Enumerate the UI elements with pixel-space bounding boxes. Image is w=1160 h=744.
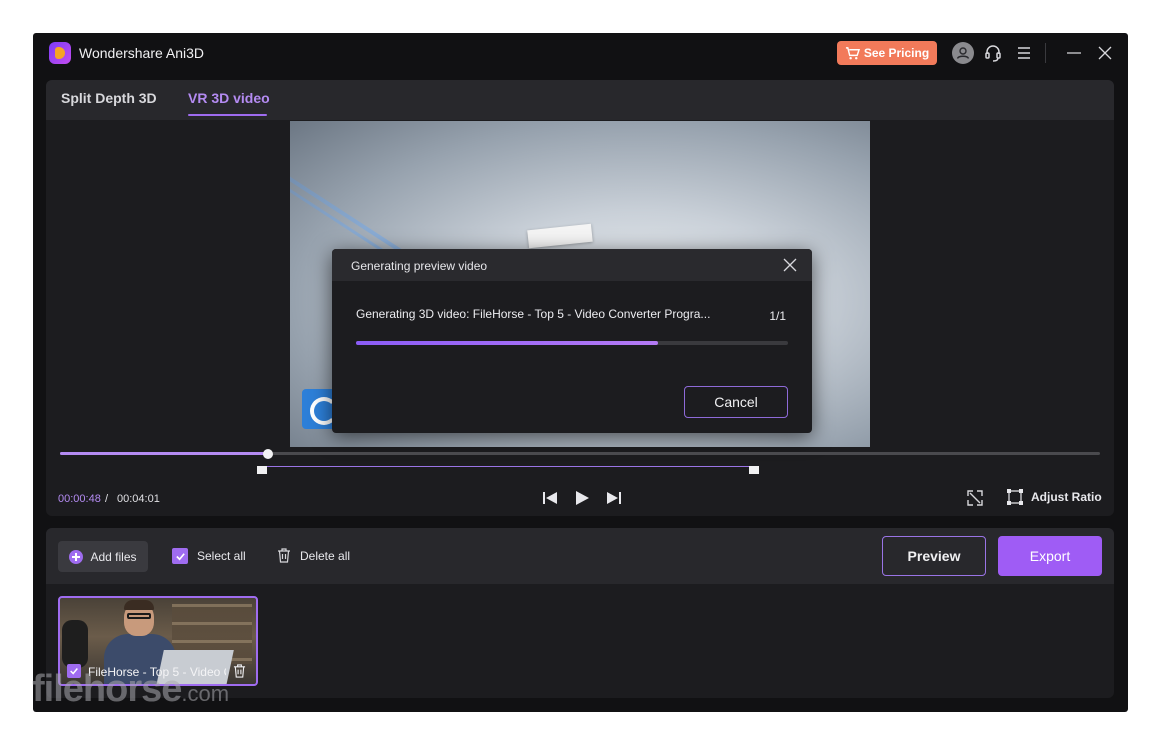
watermark-text: filehorse	[32, 668, 182, 710]
app-title: Wondershare Ani3D	[79, 45, 205, 61]
previous-frame-icon[interactable]	[539, 487, 561, 509]
adjust-ratio-label: Adjust Ratio	[1031, 490, 1102, 504]
trash-icon	[278, 548, 290, 563]
trim-end-handle[interactable]	[749, 460, 759, 474]
aspect-ratio-icon	[1007, 489, 1023, 505]
adjust-ratio-button[interactable]: Adjust Ratio	[1006, 488, 1102, 506]
next-frame-icon[interactable]	[603, 487, 625, 509]
trim-start-handle[interactable]	[257, 460, 267, 474]
tab-split-depth-3d[interactable]: Split Depth 3D	[61, 90, 157, 106]
tab-vr-3d-video[interactable]: VR 3D video	[188, 90, 270, 106]
fullscreen-icon[interactable]	[964, 487, 986, 509]
playhead-handle[interactable]	[263, 449, 273, 459]
time-separator: /	[105, 493, 109, 505]
file-delete-icon[interactable]	[233, 664, 246, 678]
minimize-icon[interactable]	[1063, 42, 1085, 64]
active-tab-indicator	[188, 114, 267, 116]
preview-button[interactable]: Preview	[882, 536, 986, 576]
app-window: Wondershare Ani3D See Pricing Split Dept…	[33, 33, 1128, 712]
current-time: 00:00:48	[58, 493, 101, 505]
progress-bar-fill	[356, 341, 659, 345]
progress-bar	[356, 341, 788, 345]
mode-tabs: Split Depth 3D VR 3D video	[46, 80, 1114, 120]
thumbnail-glasses	[127, 613, 151, 619]
thumbnail-person-hair	[124, 600, 154, 610]
dialog-count: 1/1	[769, 309, 786, 323]
add-files-label: Add files	[90, 549, 137, 564]
select-all-label: Select all	[197, 549, 246, 563]
filehorse-watermark: filehorse.com	[32, 668, 229, 711]
title-bar: Wondershare Ani3D See Pricing	[33, 33, 1128, 73]
add-icon	[69, 549, 84, 564]
cart-icon	[845, 46, 860, 59]
dialog-title: Generating preview video	[351, 259, 488, 273]
account-avatar-icon[interactable]	[952, 42, 974, 64]
play-icon[interactable]	[571, 487, 593, 509]
menu-icon[interactable]	[1013, 42, 1035, 64]
dialog-close-icon[interactable]	[782, 257, 798, 273]
checkbox-checked-icon	[172, 548, 188, 564]
delete-all-button[interactable]: Delete all	[277, 548, 350, 563]
support-headset-icon[interactable]	[982, 42, 1004, 64]
select-all-checkbox[interactable]: Select all	[172, 548, 246, 564]
cancel-button[interactable]: Cancel	[684, 386, 788, 418]
titlebar-divider	[1045, 43, 1046, 63]
app-logo-icon	[49, 42, 71, 64]
add-files-button[interactable]: Add files	[58, 541, 148, 572]
trim-range	[262, 466, 754, 467]
video-object	[527, 223, 593, 249]
generating-dialog: Generating preview video Generating 3D v…	[332, 249, 812, 433]
total-time: 00:04:01	[117, 493, 160, 505]
delete-all-label: Delete all	[300, 548, 351, 563]
export-button[interactable]: Export	[998, 536, 1102, 576]
close-window-icon[interactable]	[1094, 42, 1116, 64]
see-pricing-button[interactable]: See Pricing	[837, 41, 937, 65]
watermark-suffix: .com	[181, 681, 230, 706]
dialog-header: Generating preview video	[332, 249, 812, 281]
editor-panel: Split Depth 3D VR 3D video Generating pr…	[46, 80, 1114, 516]
thumbnail-microphone	[62, 620, 88, 668]
dialog-message: Generating 3D video: FileHorse - Top 5 -…	[356, 307, 711, 321]
see-pricing-label: See Pricing	[863, 46, 930, 60]
file-toolbar: Add files Select all Delete all Preview …	[46, 528, 1114, 584]
timeline-track[interactable]	[60, 449, 1100, 459]
user-icon	[956, 47, 970, 59]
timeline-progress	[60, 452, 268, 455]
